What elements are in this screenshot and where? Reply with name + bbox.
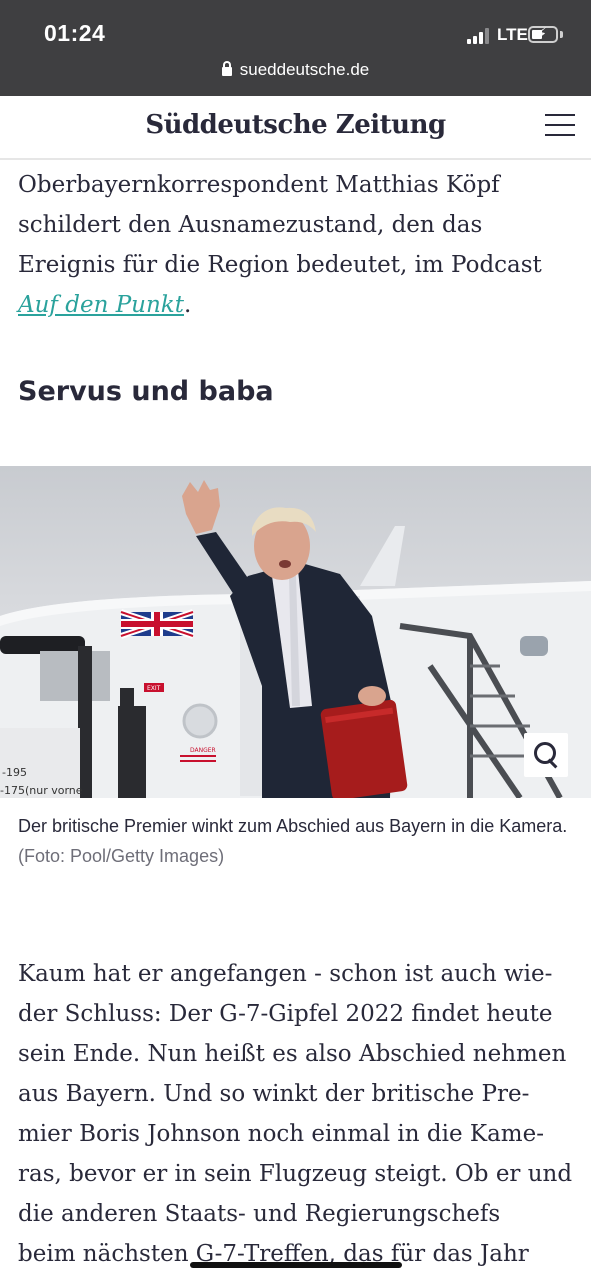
section-heading: Servus und baba	[18, 376, 274, 407]
danger-label-text: DANGER	[190, 747, 216, 754]
paragraph-line: mier Boris Johnson noch einmal in die Ka…	[18, 1121, 544, 1147]
photo-illustration: EXIT DANGER -195 -175(nur vorne	[0, 480, 591, 798]
paragraph-line: aus Bayern. Und so winkt der britische P…	[18, 1081, 530, 1107]
lock-icon	[221, 61, 232, 76]
paragraph-line: ras, bevor er in sein Flugzeug steigt. O…	[18, 1161, 573, 1187]
paragraph-line: sein Ende. Nun heißt es also Abschied ne…	[18, 1041, 567, 1067]
url-text: sueddeutsche.de	[239, 60, 370, 79]
home-indicator[interactable]	[190, 1262, 402, 1268]
status-bar: 01:24 LTE ⚡ sueddeutsche.de	[0, 0, 591, 96]
address-bar[interactable]: sueddeutsche.de	[0, 60, 591, 80]
exit-sign-text: EXIT	[147, 685, 161, 692]
red-briefcase	[320, 699, 408, 798]
paragraph-line: beim nächsten G-7-Treffen, das für das J…	[18, 1241, 529, 1267]
battery-charging-icon: ⚡	[528, 24, 558, 43]
union-jack-flag	[120, 609, 194, 639]
paragraph-line: Auf den Punkt.	[18, 285, 578, 325]
paragraph-line: Kaum hat er angefangen - schon ist auch …	[18, 961, 553, 987]
paragraph-line: Oberbayernkorrespondent Matthias Köpf	[18, 172, 500, 198]
clock: 01:24	[44, 20, 106, 46]
article-photo[interactable]: EXIT DANGER -195 -175(nur vorne	[0, 466, 591, 798]
site-header: Süddeutsche Zeitung	[0, 96, 591, 160]
network-type: LTE	[497, 25, 528, 44]
article-paragraph-2: Kaum hat er angefangen - schon ist auch …	[18, 954, 578, 1274]
stair-label-2: -175(nur vorne	[0, 784, 83, 797]
photo-credit: (Foto: Pool/Getty Images)	[18, 846, 225, 866]
battery-cap	[560, 31, 563, 38]
paragraph-line: schildert den Ausnamezustand, den das	[18, 212, 483, 238]
cellular-signal-icon	[467, 28, 491, 44]
paragraph-line: der Schluss: Der G-7-Gipfel 2022 findet …	[18, 1001, 553, 1027]
paragraph-line: die anderen Staats- und Regierungschefs	[18, 1201, 501, 1227]
site-logo[interactable]: Süddeutsche Zeitung	[0, 110, 591, 140]
article-paragraph: Oberbayernkorrespondent Matthias Köpf sc…	[18, 165, 578, 325]
zoom-image-button[interactable]	[524, 733, 568, 777]
photo-caption: Der britische Premier winkt zum Abschied…	[18, 811, 573, 871]
stair-label-1: -195	[2, 766, 27, 779]
hamburger-menu-icon[interactable]	[545, 112, 575, 138]
podcast-link[interactable]: Auf den Punkt	[18, 292, 184, 318]
caption-text: Der britische Premier winkt zum Abschied…	[18, 816, 568, 836]
paragraph-line: Ereignis für die Region bedeutet, im Pod…	[18, 252, 542, 278]
link-trailing-text: .	[184, 292, 192, 318]
